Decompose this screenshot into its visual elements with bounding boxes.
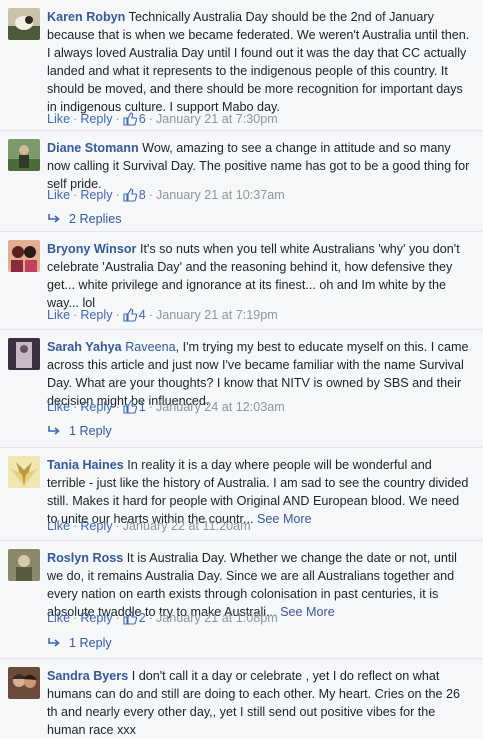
comment: Roslyn Ross It is Australia Day. Whether…: [0, 541, 483, 659]
separator: ·: [73, 519, 78, 533]
comment-author[interactable]: Roslyn Ross: [47, 551, 123, 565]
comment-text: Technically Australia Day should be the …: [47, 10, 470, 114]
like-button[interactable]: Like: [47, 188, 70, 202]
reply-button[interactable]: Reply: [80, 400, 112, 414]
thumbs-up-icon: [123, 611, 137, 629]
timestamp[interactable]: January 21 at 1:08pm: [156, 611, 278, 625]
separator: ·: [73, 611, 78, 625]
separator: ·: [148, 188, 153, 202]
like-count[interactable]: 2: [139, 611, 146, 625]
like-button[interactable]: Like: [47, 112, 70, 126]
reply-arrow-icon: [47, 425, 61, 441]
reply-button[interactable]: Reply: [80, 308, 112, 322]
comment-actions: Like · Reply · 1 · January 24 at 12:03am: [47, 399, 285, 418]
separator: ·: [73, 400, 78, 414]
timestamp[interactable]: January 24 at 12:03am: [156, 400, 285, 414]
comment: Bryony Winsor It's so nuts when you tell…: [0, 232, 483, 330]
comment: Karen Robyn Technically Australia Day sh…: [0, 0, 483, 131]
comment-actions: Like · Reply · 8 · January 21 at 10:37am: [47, 187, 285, 206]
like-count[interactable]: 1: [139, 400, 146, 414]
comment: Sandra Byers I don't call it a day or ce…: [0, 659, 483, 737]
separator: ·: [115, 112, 120, 126]
reply-button[interactable]: Reply: [80, 112, 112, 126]
separator: ·: [148, 112, 153, 126]
comment-actions: Like · Reply · 2 · January 21 at 1:08pm: [47, 610, 278, 629]
avatar[interactable]: [8, 549, 40, 581]
comment: Sarah Yahya Raveena, I'm trying my best …: [0, 330, 483, 448]
like-button[interactable]: Like: [47, 308, 70, 322]
separator: ·: [115, 611, 120, 625]
timestamp[interactable]: January 21 at 7:30pm: [156, 112, 278, 126]
avatar[interactable]: [8, 139, 40, 171]
see-more-link[interactable]: See More: [280, 605, 335, 619]
thumbs-up-icon: [123, 188, 137, 206]
avatar[interactable]: [8, 240, 40, 272]
separator: ·: [73, 188, 78, 202]
like-count[interactable]: 4: [139, 308, 146, 322]
like-count[interactable]: 6: [139, 112, 146, 126]
reply-button[interactable]: Reply: [80, 611, 112, 625]
comment-author[interactable]: Sandra Byers: [47, 669, 128, 683]
separator: ·: [73, 308, 78, 322]
thumbs-up-icon: [123, 308, 137, 326]
replies-count[interactable]: 1 Reply: [69, 424, 112, 438]
comment-actions: Like · Reply · 6 · January 21 at 7:30pm: [47, 111, 278, 130]
like-count[interactable]: 8: [139, 188, 146, 202]
mention-link[interactable]: Raveena: [125, 340, 175, 354]
comment: Tania Haines In reality it is a day wher…: [0, 448, 483, 541]
comment-author[interactable]: Karen Robyn: [47, 10, 125, 24]
view-replies-link[interactable]: 1 Reply: [47, 423, 112, 441]
comment-body: Bryony Winsor It's so nuts when you tell…: [47, 240, 473, 312]
view-replies-link[interactable]: 1 Reply: [47, 635, 112, 653]
thumbs-up-icon: [123, 112, 137, 130]
replies-count[interactable]: 2 Replies: [69, 212, 122, 226]
replies-count[interactable]: 1 Reply: [69, 636, 112, 650]
comment-author[interactable]: Diane Stomann: [47, 141, 139, 155]
comment: Diane Stomann Wow, amazing to see a chan…: [0, 131, 483, 232]
comment-author[interactable]: Bryony Winsor: [47, 242, 136, 256]
thumbs-up-icon: [123, 400, 137, 418]
separator: ·: [148, 400, 153, 414]
timestamp[interactable]: January 22 at 11:20am: [123, 519, 251, 533]
like-button[interactable]: Like: [47, 611, 70, 625]
timestamp[interactable]: January 21 at 10:37am: [156, 188, 285, 202]
like-button[interactable]: Like: [47, 519, 70, 533]
avatar[interactable]: [8, 456, 40, 488]
separator: ·: [115, 400, 120, 414]
comment-feed: Karen Robyn Technically Australia Day sh…: [0, 0, 483, 737]
separator: ·: [148, 611, 153, 625]
comment-actions: Like · Reply · 4 · January 21 at 7:19pm: [47, 307, 278, 326]
comment-body: Diane Stomann Wow, amazing to see a chan…: [47, 139, 473, 193]
avatar[interactable]: [8, 338, 40, 370]
comment-body: Sandra Byers I don't call it a day or ce…: [47, 667, 473, 739]
timestamp[interactable]: January 21 at 7:19pm: [156, 308, 278, 322]
avatar[interactable]: [8, 667, 40, 699]
comment-body: Karen Robyn Technically Australia Day sh…: [47, 8, 473, 116]
separator: ·: [73, 112, 78, 126]
see-more-link[interactable]: See More: [257, 512, 312, 526]
comment-actions: Like · Reply · January 22 at 11:20am: [47, 518, 251, 534]
like-button[interactable]: Like: [47, 400, 70, 414]
separator: ·: [148, 308, 153, 322]
reply-button[interactable]: Reply: [80, 188, 112, 202]
view-replies-link[interactable]: 2 Replies: [47, 211, 122, 229]
comment-author[interactable]: Sarah Yahya: [47, 340, 122, 354]
reply-arrow-icon: [47, 637, 61, 653]
separator: ·: [115, 519, 120, 533]
avatar[interactable]: [8, 8, 40, 40]
reply-arrow-icon: [47, 213, 61, 229]
reply-button[interactable]: Reply: [80, 519, 112, 533]
comment-author[interactable]: Tania Haines: [47, 458, 124, 472]
separator: ·: [115, 188, 120, 202]
separator: ·: [115, 308, 120, 322]
